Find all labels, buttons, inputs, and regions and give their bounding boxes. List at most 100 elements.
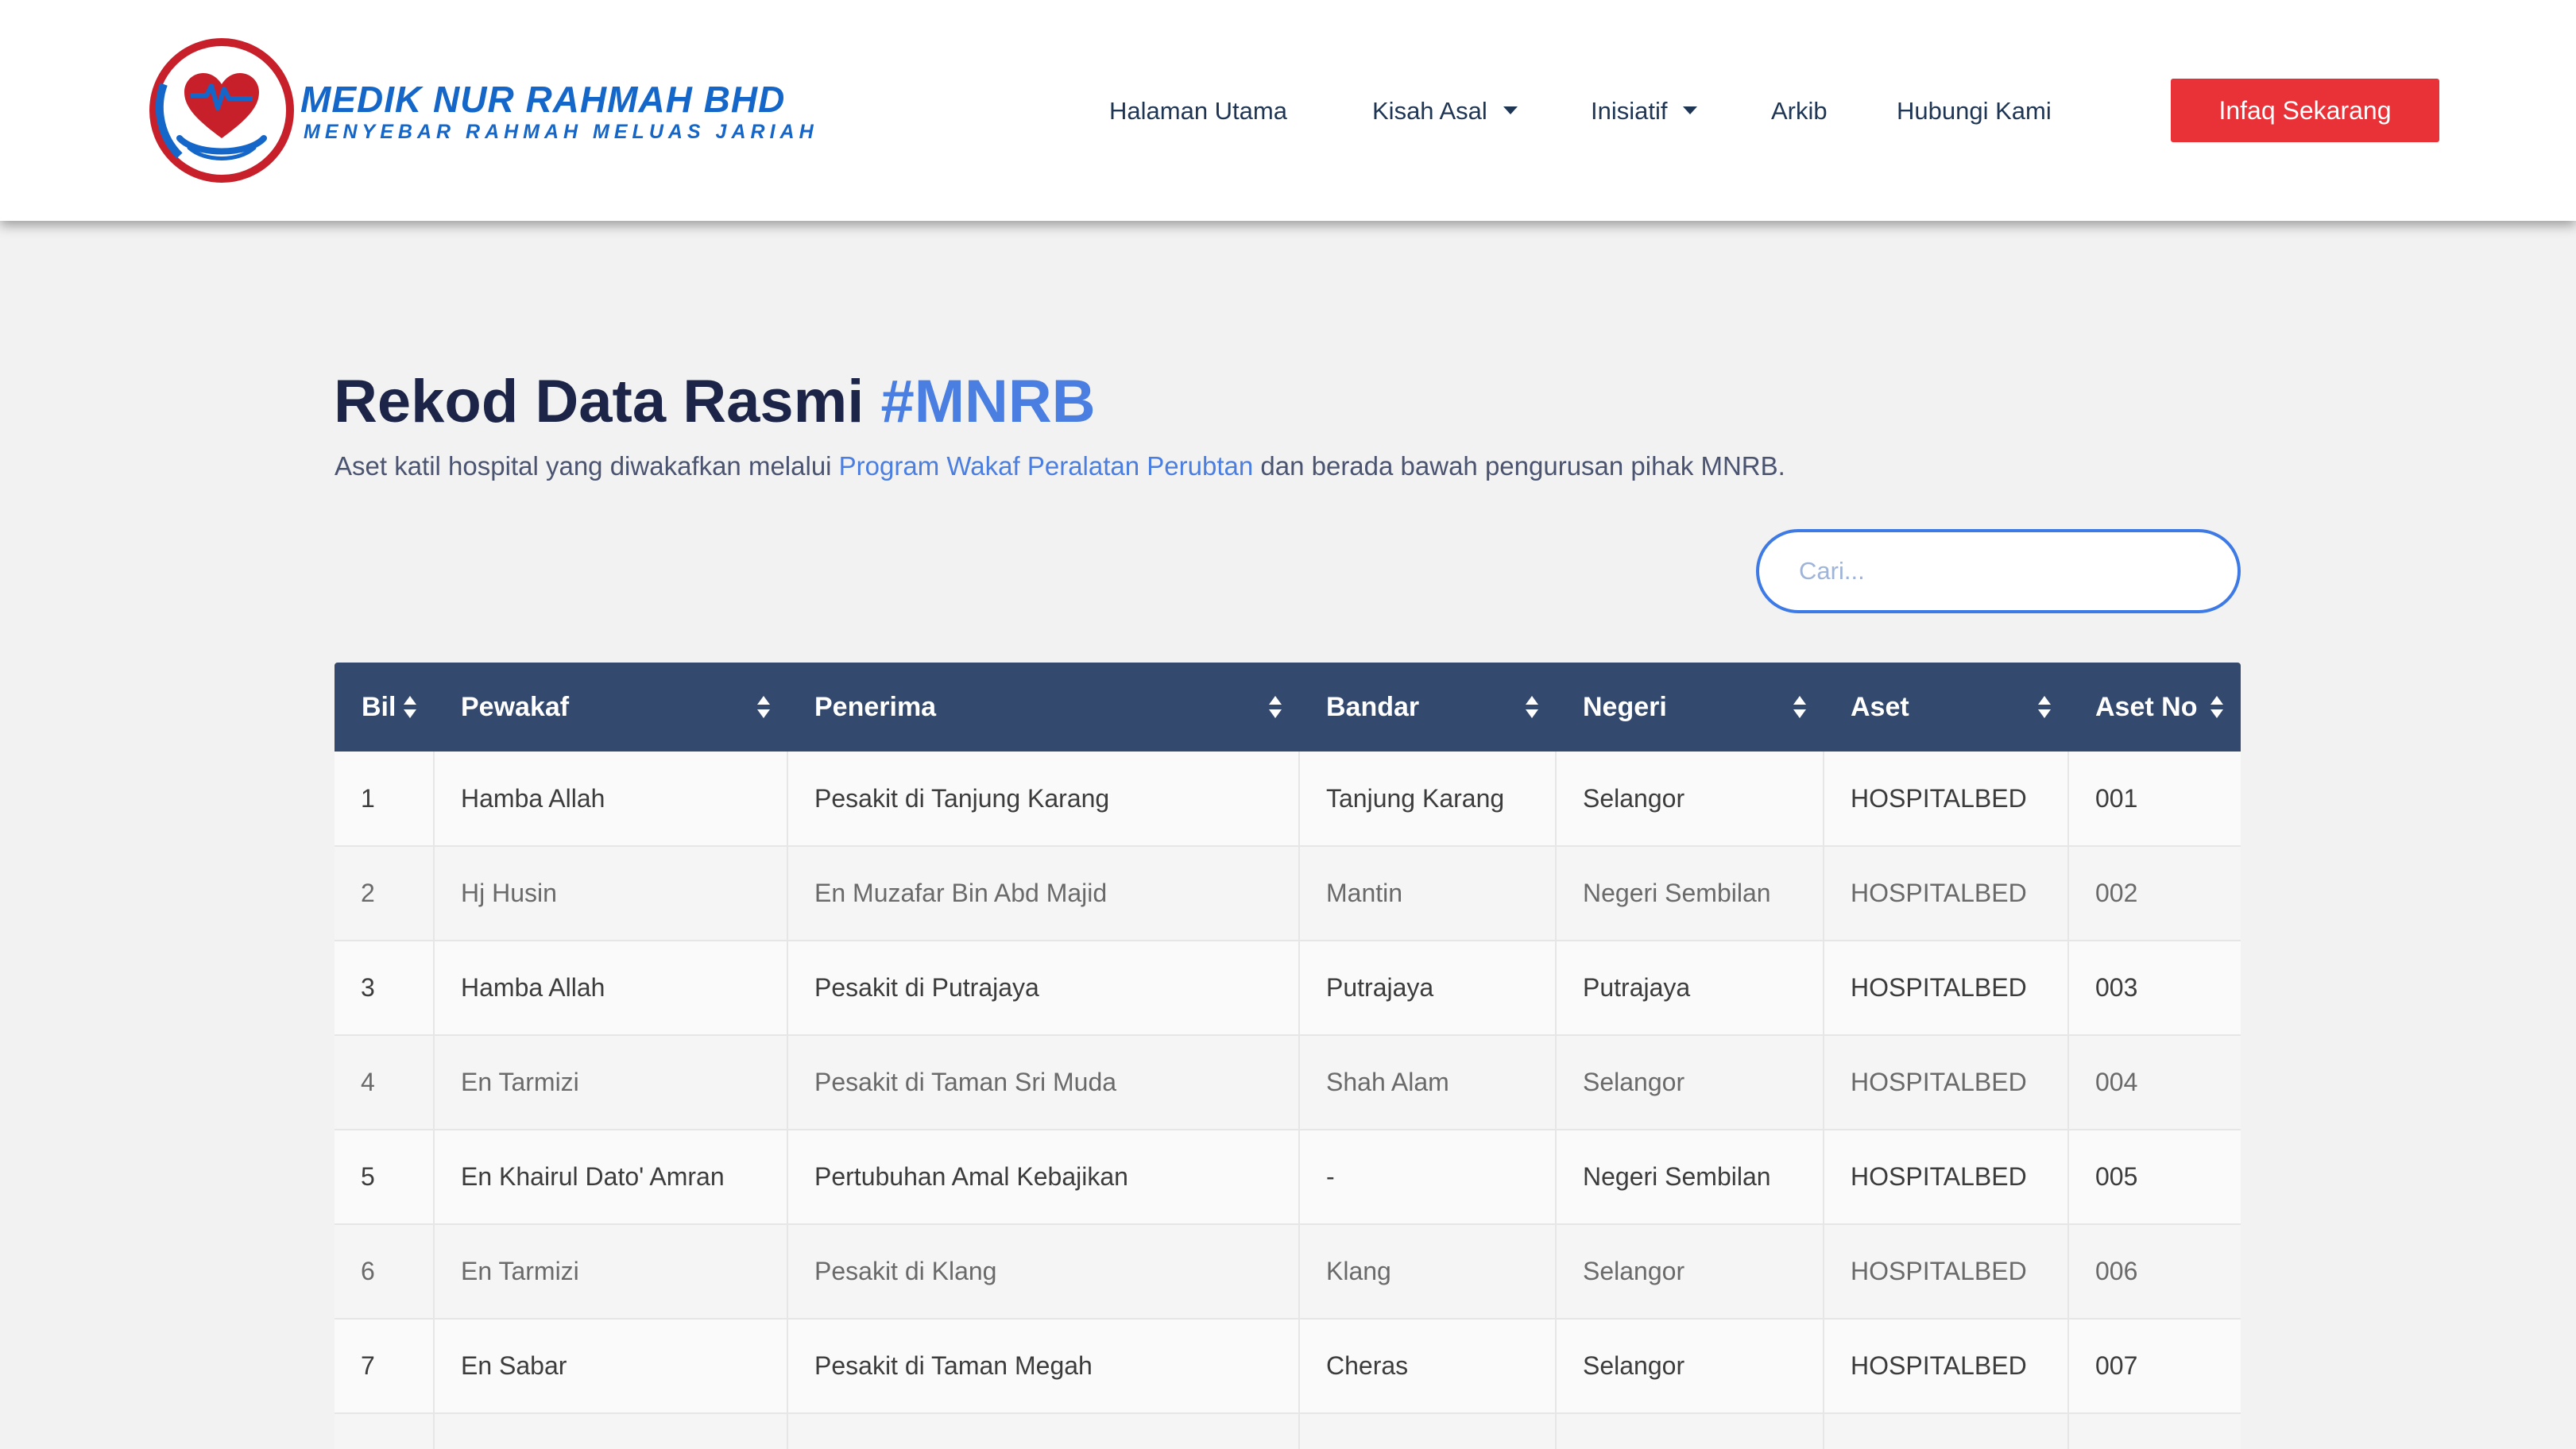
nav-item-halaman-utama[interactable]: Halaman Utama xyxy=(1109,94,1287,129)
cell-penerima: Pesakit di Taman Megah xyxy=(787,1319,1300,1414)
search-input[interactable] xyxy=(1756,529,2241,613)
sort-icon xyxy=(1526,696,1538,718)
cell-aset-no: 006 xyxy=(2068,1224,2241,1320)
cell-bandar: Mantin xyxy=(1299,846,1557,941)
cell-aset-no: 002 xyxy=(2068,846,2241,941)
column-header-pewakaf[interactable]: Pewakaf xyxy=(434,663,787,752)
cell-penerima: Pesakit di Klang xyxy=(787,1224,1300,1320)
cell-aset: HOSPITALBED xyxy=(1824,1319,2069,1414)
sort-icon xyxy=(1793,696,1806,718)
nav-label: Hubungi Kami xyxy=(1897,97,2052,125)
cell-aset: HOSPITALBED xyxy=(1824,752,2069,847)
column-header-label: Penerima xyxy=(814,691,937,722)
cell-aset-no xyxy=(2068,1413,2241,1449)
column-header-label: Bandar xyxy=(1326,691,1420,722)
cell-bil: 5 xyxy=(335,1130,435,1225)
cell-aset-no: 003 xyxy=(2068,941,2241,1036)
page-title-main: Rekod Data Rasmi xyxy=(334,368,881,435)
cell-negeri: Selangor xyxy=(1556,752,1824,847)
column-header-label: Aset xyxy=(1851,691,1909,722)
cell-bandar: Putrajaya xyxy=(1299,941,1557,1036)
cell-penerima: Pesakit di Putrajaya xyxy=(787,941,1300,1036)
column-header-bil[interactable]: Bil xyxy=(335,663,434,752)
column-header-label: Pewakaf xyxy=(461,691,570,722)
cell-aset xyxy=(1824,1413,2069,1449)
cell-aset: HOSPITALBED xyxy=(1824,1035,2069,1130)
cell-penerima: Pesakit di Taman Sri Muda xyxy=(787,1035,1300,1130)
cell-pewakaf: Hamba Allah xyxy=(434,941,788,1036)
cell-aset-no: 005 xyxy=(2068,1130,2241,1225)
column-header-aset-no[interactable]: Aset No xyxy=(2068,663,2241,752)
cell-negeri: Selangor xyxy=(1556,1035,1824,1130)
sort-icon xyxy=(404,696,416,718)
table-row xyxy=(335,1413,2241,1449)
nav-label: Kisah Asal xyxy=(1372,97,1487,125)
caret-down-icon xyxy=(1683,106,1698,114)
cell-negeri xyxy=(1556,1413,1824,1449)
cell-pewakaf: En Tarmizi xyxy=(434,1035,788,1130)
cell-aset: HOSPITALBED xyxy=(1824,941,2069,1036)
nav-label: Arkib xyxy=(1771,97,1828,125)
cell-pewakaf: En Sabar xyxy=(434,1319,788,1414)
records-table-container: Bil Pewakaf Penerima Bandar Negeri Aset … xyxy=(335,663,2241,1449)
cell-bandar: Tanjung Karang xyxy=(1299,752,1557,847)
cell-bandar xyxy=(1299,1413,1557,1449)
nav-item-arkib[interactable]: Arkib xyxy=(1771,94,1828,129)
cell-aset: HOSPITALBED xyxy=(1824,1130,2069,1225)
cell-bil: 3 xyxy=(335,941,435,1036)
site-logo[interactable]: MEDIK NUR RAHMAH BHD MENYEBAR RAHMAH MEL… xyxy=(148,37,814,184)
logo-tagline: MENYEBAR RAHMAH MELUAS JARIAH xyxy=(304,121,818,143)
cell-negeri: Negeri Sembilan xyxy=(1556,846,1824,941)
sort-icon xyxy=(757,696,770,718)
cell-bil: 6 xyxy=(335,1224,435,1320)
nav-item-hubungi-kami[interactable]: Hubungi Kami xyxy=(1897,94,2052,129)
cell-aset-no: 007 xyxy=(2068,1319,2241,1414)
cell-bil: 4 xyxy=(335,1035,435,1130)
table-row: 1 Hamba Allah Pesakit di Tanjung Karang … xyxy=(335,752,2241,847)
nav-label: Inisiatif xyxy=(1591,97,1668,125)
sort-icon xyxy=(1269,696,1282,718)
cell-bil: 2 xyxy=(335,846,435,941)
cell-aset: HOSPITALBED xyxy=(1824,846,2069,941)
table-row: 2 Hj Husin En Muzafar Bin Abd Majid Mant… xyxy=(335,846,2241,941)
records-table: Bil Pewakaf Penerima Bandar Negeri Aset … xyxy=(335,663,2241,1449)
cell-pewakaf: Hamba Allah xyxy=(434,752,788,847)
caret-down-icon xyxy=(1503,106,1518,114)
column-header-label: Negeri xyxy=(1583,691,1667,722)
cell-aset: HOSPITALBED xyxy=(1824,1224,2069,1320)
page-subtitle: Aset katil hospital yang diwakafkan mela… xyxy=(335,451,1785,481)
cell-pewakaf: Hj Husin xyxy=(434,846,788,941)
cell-bandar: Shah Alam xyxy=(1299,1035,1557,1130)
site-header: MEDIK NUR RAHMAH BHD MENYEBAR RAHMAH MEL… xyxy=(0,0,2576,221)
table-header-row: Bil Pewakaf Penerima Bandar Negeri Aset … xyxy=(335,663,2241,752)
table-row: 7 En Sabar Pesakit di Taman Megah Cheras… xyxy=(335,1319,2241,1414)
program-wakaf-link[interactable]: Program Wakaf Peralatan Perubtan xyxy=(839,451,1254,481)
column-header-aset[interactable]: Aset xyxy=(1824,663,2068,752)
cell-pewakaf: En Tarmizi xyxy=(434,1224,788,1320)
cell-bandar: Cheras xyxy=(1299,1319,1557,1414)
subtitle-text-post: dan berada bawah pengurusan pihak MNRB. xyxy=(1253,451,1785,481)
column-header-bandar[interactable]: Bandar xyxy=(1299,663,1556,752)
cell-aset-no: 001 xyxy=(2068,752,2241,847)
cell-negeri: Putrajaya xyxy=(1556,941,1824,1036)
cell-bandar: Klang xyxy=(1299,1224,1557,1320)
column-header-label: Aset No xyxy=(2095,691,2198,722)
cell-negeri: Selangor xyxy=(1556,1319,1824,1414)
column-header-negeri[interactable]: Negeri xyxy=(1556,663,1824,752)
sort-icon xyxy=(2038,696,2051,718)
cell-bil: 7 xyxy=(335,1319,435,1414)
cell-penerima: Pertubuhan Amal Kebajikan xyxy=(787,1130,1300,1225)
cell-bil: 1 xyxy=(335,752,435,847)
infaq-sekarang-button[interactable]: Infaq Sekarang xyxy=(2171,79,2439,142)
cell-penerima: Pesakit di Tanjung Karang xyxy=(787,752,1300,847)
subtitle-text-pre: Aset katil hospital yang diwakafkan mela… xyxy=(335,451,839,481)
table-row: 4 En Tarmizi Pesakit di Taman Sri Muda S… xyxy=(335,1035,2241,1130)
cell-penerima: En Muzafar Bin Abd Majid xyxy=(787,846,1300,941)
column-header-penerima[interactable]: Penerima xyxy=(787,663,1299,752)
cell-pewakaf: En Khairul Dato' Amran xyxy=(434,1130,788,1225)
nav-item-inisiatif[interactable]: Inisiatif xyxy=(1591,94,1698,129)
cell-aset-no: 004 xyxy=(2068,1035,2241,1130)
table-row: 5 En Khairul Dato' Amran Pertubuhan Amal… xyxy=(335,1130,2241,1225)
cell-negeri: Selangor xyxy=(1556,1224,1824,1320)
nav-item-kisah-asal[interactable]: Kisah Asal xyxy=(1372,94,1518,129)
